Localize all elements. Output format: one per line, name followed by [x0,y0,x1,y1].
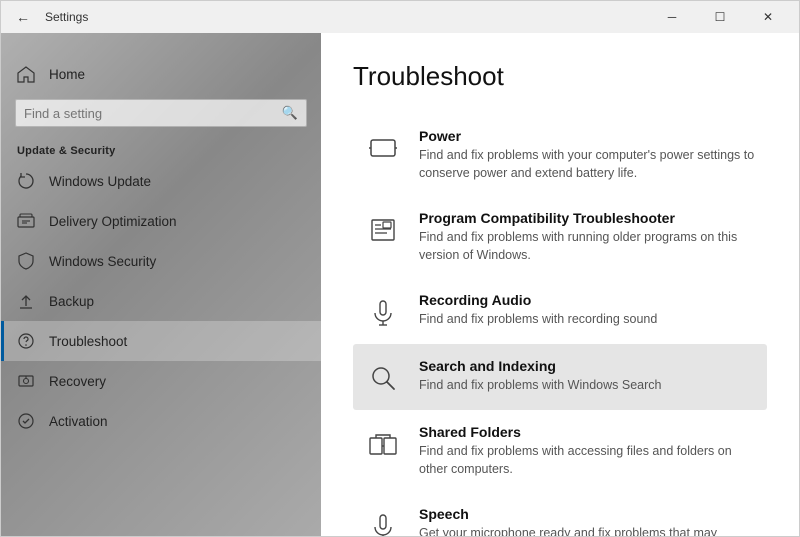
activation-label: Activation [49,414,108,429]
ts-desc-recording-audio: Find and fix problems with recording sou… [419,311,755,329]
titlebar-title: Settings [45,10,88,24]
ts-name-program-compatibility: Program Compatibility Troubleshooter [419,210,755,226]
ts-name-search-indexing: Search and Indexing [419,358,755,374]
ts-item-recording-audio[interactable]: Recording Audio Find and fix problems wi… [353,278,767,344]
ts-name-speech: Speech [419,506,755,522]
sidebar-item-activation[interactable]: Activation [1,401,321,441]
sidebar: Home 🔍 Update & Security Windows Update [1,33,321,536]
activation-icon [17,412,35,430]
windows-security-label: Windows Security [49,254,156,269]
windows-update-icon [17,172,35,190]
page-title: Troubleshoot [353,61,767,92]
windows-update-label: Windows Update [49,174,151,189]
sidebar-item-windows-security[interactable]: Windows Security [1,241,321,281]
main-content: Troubleshoot Power Find and fix problems… [321,33,799,536]
titlebar-left: ← Settings [9,3,88,31]
troubleshoot-icon [17,332,35,350]
sidebar-header [1,33,321,57]
ts-name-power: Power [419,128,755,144]
ts-text-search-indexing: Search and Indexing Find and fix problem… [419,358,755,395]
sidebar-item-delivery-optimization[interactable]: Delivery Optimization [1,201,321,241]
minimize-button[interactable]: ─ [649,1,695,33]
home-icon [17,65,35,83]
home-label: Home [49,67,85,82]
sidebar-item-troubleshoot[interactable]: Troubleshoot [1,321,321,361]
ts-name-recording-audio: Recording Audio [419,292,755,308]
backup-icon [17,292,35,310]
backup-label: Backup [49,294,94,309]
sidebar-item-home[interactable]: Home [1,57,321,91]
ts-text-power: Power Find and fix problems with your co… [419,128,755,182]
ts-desc-search-indexing: Find and fix problems with Windows Searc… [419,377,755,395]
back-button[interactable]: ← [9,3,37,31]
ts-item-power[interactable]: Power Find and fix problems with your co… [353,114,767,196]
recovery-icon [17,372,35,390]
ts-text-recording-audio: Recording Audio Find and fix problems wi… [419,292,755,329]
section-label: Update & Security [1,135,321,161]
maximize-button[interactable]: ☐ [697,1,743,33]
search-input[interactable] [24,106,282,121]
recovery-label: Recovery [49,374,106,389]
delivery-optimization-icon [17,212,35,230]
speech-icon [365,508,401,536]
ts-desc-power: Find and fix problems with your computer… [419,147,755,182]
sidebar-item-backup[interactable]: Backup [1,281,321,321]
shared-folders-icon [365,426,401,462]
recording-audio-icon [365,294,401,330]
settings-window: ← Settings ─ ☐ ✕ Home [0,0,800,537]
ts-item-search-indexing[interactable]: Search and Indexing Find and fix problem… [353,344,767,410]
ts-text-shared-folders: Shared Folders Find and fix problems wit… [419,424,755,478]
ts-item-speech[interactable]: Speech Get your microphone ready and fix… [353,492,767,536]
content-area: Home 🔍 Update & Security Windows Update [1,33,799,536]
titlebar: ← Settings ─ ☐ ✕ [1,1,799,33]
troubleshoot-label: Troubleshoot [49,334,127,349]
ts-desc-shared-folders: Find and fix problems with accessing fil… [419,443,755,478]
sidebar-item-windows-update[interactable]: Windows Update [1,161,321,201]
windows-security-icon [17,252,35,270]
search-indexing-icon [365,360,401,396]
power-icon [365,130,401,166]
ts-desc-speech: Get your microphone ready and fix proble… [419,525,755,536]
sidebar-item-recovery[interactable]: Recovery [1,361,321,401]
close-button[interactable]: ✕ [745,1,791,33]
ts-item-shared-folders[interactable]: Shared Folders Find and fix problems wit… [353,410,767,492]
ts-desc-program-compatibility: Find and fix problems with running older… [419,229,755,264]
ts-text-program-compatibility: Program Compatibility Troubleshooter Fin… [419,210,755,264]
troubleshoot-list: Power Find and fix problems with your co… [353,114,767,536]
delivery-optimization-label: Delivery Optimization [49,214,177,229]
ts-item-program-compatibility[interactable]: Program Compatibility Troubleshooter Fin… [353,196,767,278]
search-icon: 🔍 [282,105,298,121]
titlebar-controls: ─ ☐ ✕ [649,1,791,33]
search-box[interactable]: 🔍 [15,99,307,127]
ts-text-speech: Speech Get your microphone ready and fix… [419,506,755,536]
program-compatibility-icon [365,212,401,248]
ts-name-shared-folders: Shared Folders [419,424,755,440]
